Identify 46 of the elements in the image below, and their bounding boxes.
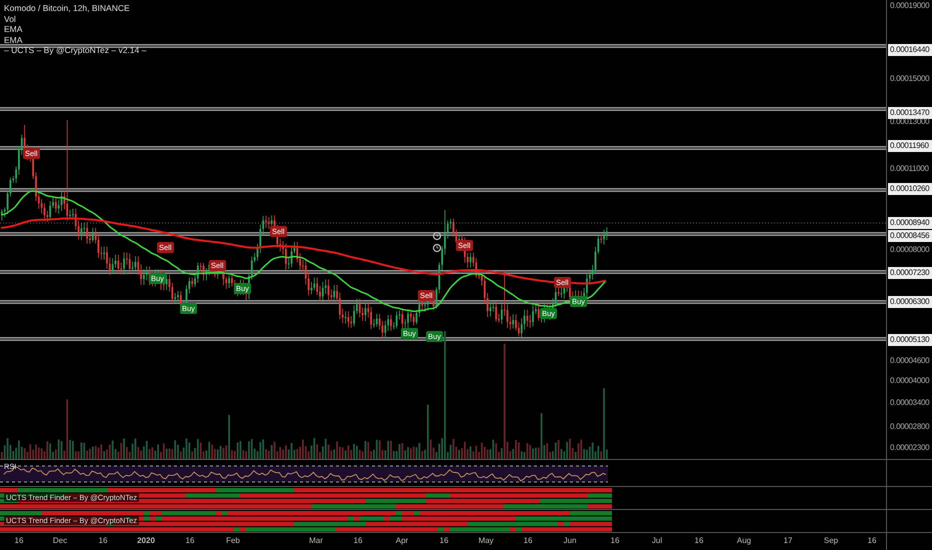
alarm-clock-icon xyxy=(432,232,442,240)
price-level-label: 0.00007230 xyxy=(888,267,932,279)
price-label: 0.00002800 xyxy=(889,421,930,433)
time-label: 16 xyxy=(694,536,704,546)
time-label: 16 xyxy=(14,536,24,546)
price-level-label: 0.00011960 xyxy=(888,140,932,152)
time-label: Feb xyxy=(225,536,241,546)
price-level-label: 0.00013470 xyxy=(888,107,932,119)
time-label: Jun xyxy=(562,536,578,546)
time-label: Jul xyxy=(650,536,664,546)
price-level-label: 0.00005130 xyxy=(888,334,932,346)
price-level-label: 0.00006300 xyxy=(888,296,932,308)
time-label: 16 xyxy=(98,536,108,546)
time-label: 16 xyxy=(610,536,620,546)
legend-label: – UCTS – By @CryptoNTez – v2.14 – xyxy=(4,45,146,56)
legend-label: EMA xyxy=(4,24,24,34)
time-label: Dec xyxy=(52,536,68,546)
price-level-label: 0.00008940 xyxy=(888,217,932,229)
time-label: 16 xyxy=(184,536,196,546)
price-label: 0.00002300 xyxy=(889,442,930,454)
time-label: 2020 xyxy=(136,536,156,546)
legend-label: Komodo / Bitcoin, 12h, BINANCE xyxy=(4,3,131,14)
alarm-clock-icon xyxy=(432,244,442,252)
time-label: Apr xyxy=(394,536,410,546)
price-label: 0.00008000 xyxy=(889,244,930,256)
legend-label: EMA xyxy=(4,34,24,45)
time-label: Mar xyxy=(308,536,324,546)
time-label: 16 xyxy=(866,536,878,546)
price-level-label: 0.00016440 xyxy=(888,44,932,56)
legend-label: Vol xyxy=(4,14,17,24)
price-level-label: 0.00010260 xyxy=(888,183,932,195)
time-label: Aug xyxy=(736,536,752,546)
price-label: 0.00004000 xyxy=(889,375,930,387)
price-label: 0.00019000 xyxy=(889,0,930,12)
price-label: 0.00003400 xyxy=(889,397,930,409)
time-label: 16 xyxy=(522,536,534,546)
price-level-label: 0.00008456 xyxy=(888,230,932,242)
price-label: 0.00004600 xyxy=(889,355,930,367)
time-label: 16 xyxy=(438,536,450,546)
price-label: 0.00015000 xyxy=(889,73,930,85)
price-label: 0.00013000 xyxy=(889,116,930,128)
price-label: 0.00011000 xyxy=(889,163,930,175)
time-label: 17 xyxy=(782,536,794,546)
time-label: Sep xyxy=(822,536,840,546)
time-label: May xyxy=(477,536,495,546)
time-label: 16 xyxy=(352,536,364,546)
